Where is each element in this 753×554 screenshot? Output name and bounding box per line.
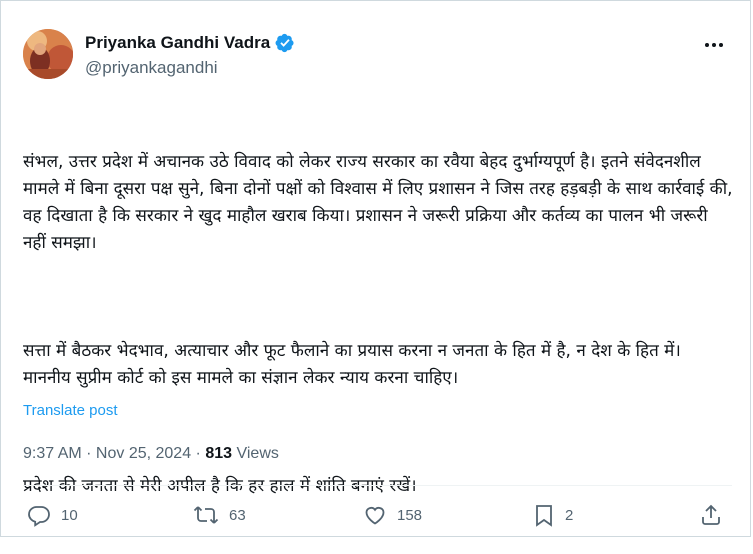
share-icon [702, 504, 720, 525]
reply-count: 10 [61, 506, 78, 524]
author-handle[interactable]: @priyankagandhi [85, 58, 295, 78]
tweet-paragraph: संभल, उत्तर प्रदेश में अचानक उठे विवाद क… [23, 152, 738, 253]
translate-post-link[interactable]: Translate post [23, 402, 118, 419]
display-name-row: Priyanka Gandhi Vadra [85, 31, 295, 55]
tweet-paragraph: प्रदेश की जनता से मेरी अपील है कि हर हाल… [23, 476, 417, 496]
share-button[interactable] [699, 503, 723, 527]
author-display-name[interactable]: Priyanka Gandhi Vadra [85, 33, 270, 53]
views-label: Views [232, 445, 279, 462]
author-names: Priyanka Gandhi Vadra @priyankagandhi [85, 31, 295, 78]
views-count: 813 [205, 445, 233, 462]
like-icon [365, 507, 385, 525]
timestamp[interactable]: 9:37 AM · Nov 25, 2024 · [23, 445, 205, 462]
repost-button[interactable]: 63 [193, 503, 246, 527]
repost-icon [193, 506, 219, 524]
repost-count: 63 [229, 506, 246, 524]
avatar[interactable] [23, 29, 73, 79]
action-bar: 10 63 158 2 [27, 503, 724, 529]
divider [23, 485, 732, 486]
avatar-image [23, 29, 73, 79]
tweet-card: Priyanka Gandhi Vadra @priyankagandhi सं… [0, 0, 751, 537]
tweet-paragraph: सत्ता में बैठकर भेदभाव, अत्याचार और फूट … [23, 341, 687, 388]
tweet-metadata: 9:37 AM · Nov 25, 2024 · 813 Views [23, 445, 279, 463]
bookmark-count: 2 [565, 506, 574, 524]
more-icon[interactable] [702, 35, 726, 55]
reply-button[interactable]: 10 [27, 503, 78, 527]
tweet-header: Priyanka Gandhi Vadra @priyankagandhi [23, 29, 732, 81]
like-button[interactable]: 158 [363, 503, 422, 527]
verified-badge-icon[interactable] [275, 33, 295, 53]
bookmark-button[interactable]: 2 [533, 503, 573, 527]
like-count: 158 [397, 506, 423, 524]
bookmark-icon [536, 505, 552, 527]
reply-icon [28, 506, 50, 527]
